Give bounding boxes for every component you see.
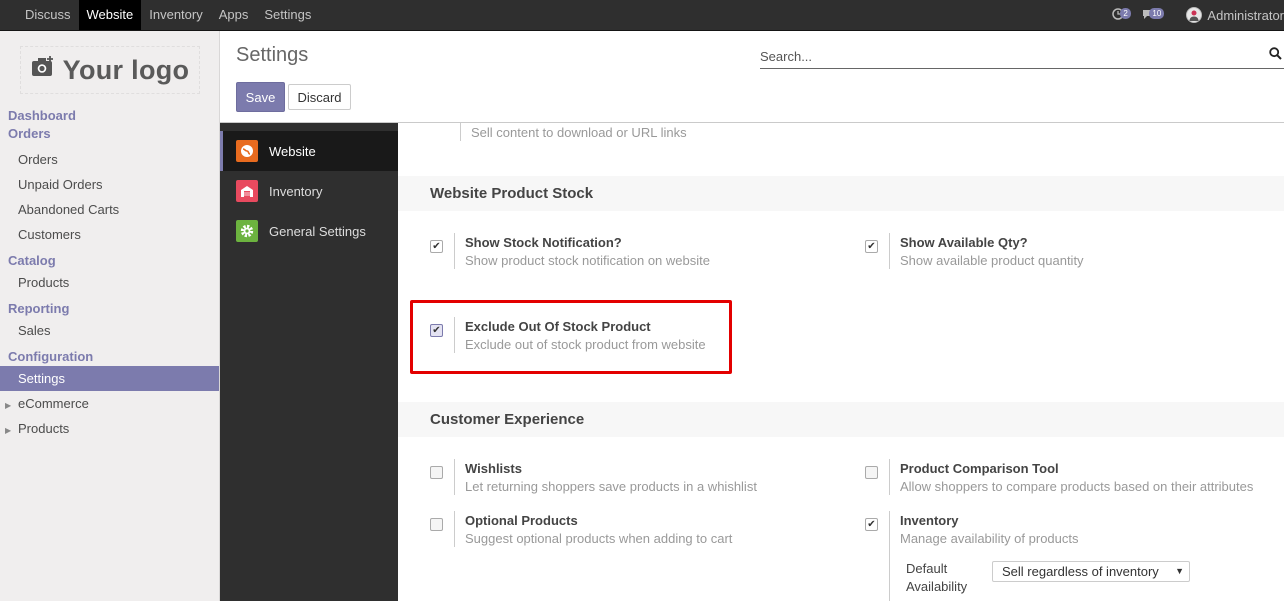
inventory-checkbox[interactable]: ✔ [865,518,878,531]
top-menu: Discuss Website Inventory Apps Settings [17,0,319,30]
default-availability-select[interactable]: Sell regardless of inventory ▼ [992,561,1190,582]
activity-button[interactable]: 2 [1112,0,1134,30]
sidebar: Your logo Dashboard Orders Orders Unpaid… [0,31,220,601]
menu-discuss[interactable]: Discuss [17,0,79,30]
sidebar-item-settings[interactable]: Settings [0,366,219,391]
app-inventory[interactable]: Inventory [220,171,398,211]
messages-badge: 10 [1149,8,1165,19]
setting-label: Show Stock Notification? [465,235,622,250]
setting-desc: Show product stock notification on websi… [465,253,710,268]
setting-label: Inventory [900,513,959,528]
website-icon [236,140,258,162]
menu-settings[interactable]: Settings [256,0,319,30]
sidebar-nav: Dashboard Orders Orders Unpaid Orders Ab… [0,107,219,441]
sidebar-item-label: Products [18,421,70,436]
nav-head-catalog: Catalog [8,253,56,268]
setting-desc: Manage availability of products [900,531,1079,546]
discard-button[interactable]: Discard [288,84,351,110]
sidebar-item-products[interactable]: Products [0,270,219,295]
search-input[interactable] [760,45,1260,67]
settings-apps-list: Website Inventory General Settings [220,123,398,601]
logo-text: Your logo [62,54,190,85]
product-comparison-checkbox[interactable] [865,466,878,479]
show-available-qty-checkbox[interactable]: ✔ [865,240,878,253]
sidebar-item-label: eCommerce [18,396,89,411]
divider [889,233,890,269]
user-name[interactable]: Administrator [1207,8,1284,23]
nav-head-configuration: Configuration [8,349,94,364]
activity-badge: 2 [1120,8,1131,19]
setting-label: Product Comparison Tool [900,461,1059,476]
setting-desc: Show available product quantity [900,253,1084,268]
setting-desc: Let returning shoppers save products in … [465,479,757,494]
sidebar-item-abandoned-carts[interactable]: Abandoned Carts [0,197,219,222]
company-logo[interactable]: Your logo [20,46,200,94]
select-value: Sell regardless of inventory [1002,564,1159,579]
search-icon[interactable] [1269,47,1282,63]
top-navbar: Discuss Website Inventory Apps Settings … [0,0,1284,31]
sidebar-item-ecommerce[interactable]: ▶ eCommerce [0,391,219,416]
show-stock-notification-checkbox[interactable]: ✔ [430,240,443,253]
control-panel: Settings Save Discard [220,31,1284,123]
setting-desc: Sell content to download or URL links [471,125,687,140]
setting-desc: Allow shoppers to compare products based… [900,479,1254,494]
label-line: Availability [906,579,968,594]
caret-right-icon: ▶ [5,401,12,410]
app-label: Inventory [269,183,323,199]
menu-website[interactable]: Website [78,0,142,30]
divider [454,233,455,269]
app-label: Website [269,143,316,159]
sidebar-item-customers[interactable]: Customers [0,222,219,247]
label-line: Default [906,561,948,576]
exclude-out-of-stock-checkbox[interactable]: ✔ [430,324,443,337]
settings-main: Sell content to download or URL links We… [398,123,1284,601]
sidebar-item-unpaid-orders[interactable]: Unpaid Orders [0,172,219,197]
setting-label: Exclude Out Of Stock Product [465,319,651,334]
gear-icon [236,220,258,242]
setting-label: Wishlists [465,461,522,476]
user-avatar[interactable] [1186,7,1203,23]
nav-head-orders: Orders [8,126,51,141]
messages-button[interactable]: 10 [1142,0,1172,30]
systray: 2 10 Administrator [1112,0,1284,30]
divider [454,459,455,495]
caret-right-icon: ▶ [5,426,12,435]
app-website[interactable]: Website [220,131,398,171]
sidebar-item-sales[interactable]: Sales [0,318,219,343]
setting-label: Optional Products [465,513,578,528]
setting-desc: Suggest optional products when adding to… [465,531,733,546]
search-bar [760,45,1284,69]
wishlists-checkbox[interactable] [430,466,443,479]
optional-products-checkbox[interactable] [430,518,443,531]
default-availability-label: Default Availability [906,560,967,596]
section-website-product-stock: Website Product Stock [398,176,1284,211]
camera-icon [31,56,55,84]
page-title: Settings [236,44,309,66]
divider [454,511,455,547]
inventory-icon [236,180,258,202]
divider [889,511,890,601]
caret-down-icon: ▼ [1175,566,1184,576]
nav-head-reporting: Reporting [8,301,70,316]
app-general-settings[interactable]: General Settings [220,211,398,251]
setting-desc: Exclude out of stock product from websit… [465,337,706,352]
menu-apps[interactable]: Apps [211,0,257,30]
divider [454,317,455,353]
app-label: General Settings [269,223,366,239]
menu-inventory[interactable]: Inventory [141,0,210,30]
sidebar-item-products-config[interactable]: ▶ Products [0,416,219,441]
divider [889,459,890,495]
save-button[interactable]: Save [236,82,285,112]
nav-head-dashboard[interactable]: Dashboard [0,107,219,125]
divider [460,123,461,141]
setting-label: Show Available Qty? [900,235,1028,250]
sidebar-item-orders[interactable]: Orders [0,147,219,172]
section-customer-experience: Customer Experience [398,402,1284,437]
